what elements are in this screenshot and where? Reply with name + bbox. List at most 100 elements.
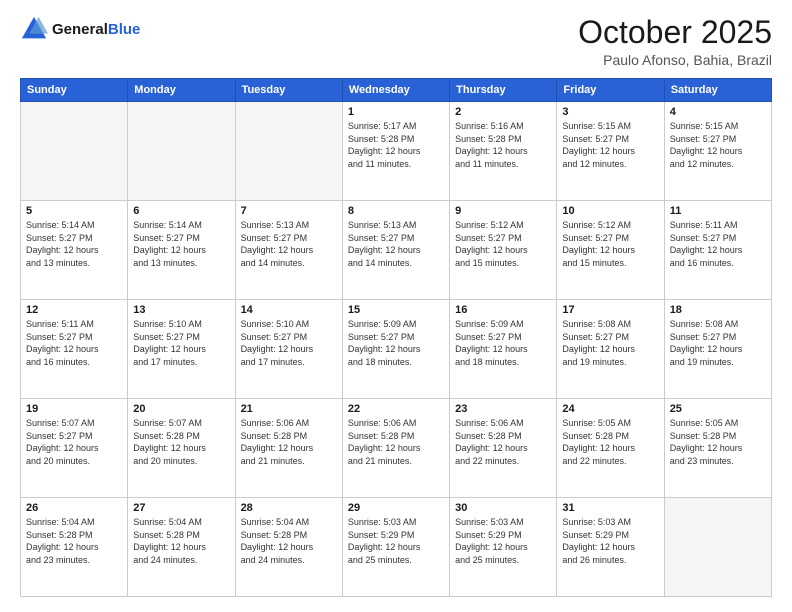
day-number: 22 [348,403,444,415]
day-number: 10 [562,205,658,217]
calendar-cell: 17 Sunrise: 5:08 AMSunset: 5:27 PMDayligh… [557,300,664,399]
calendar-cell: 23 Sunrise: 5:06 AMSunset: 5:28 PMDayligh… [450,399,557,498]
day-info: Sunrise: 5:05 AMSunset: 5:28 PMDaylight:… [670,417,766,467]
day-info: Sunrise: 5:17 AMSunset: 5:28 PMDaylight:… [348,120,444,170]
calendar-cell: 8 Sunrise: 5:13 AMSunset: 5:27 PMDaylight… [342,201,449,300]
calendar-cell: 13 Sunrise: 5:10 AMSunset: 5:27 PMDayligh… [128,300,235,399]
calendar-cell: 6 Sunrise: 5:14 AMSunset: 5:27 PMDaylight… [128,201,235,300]
calendar-cell: 4Sunrise: 5:15 AMSunset: 5:27 PMDaylight… [664,102,771,201]
calendar-week-2: 5 Sunrise: 5:14 AMSunset: 5:27 PMDaylight… [21,201,772,300]
calendar-cell: 5 Sunrise: 5:14 AMSunset: 5:27 PMDaylight… [21,201,128,300]
day-number: 11 [670,205,766,217]
title-block: October 2025 Paulo Afonso, Bahia, Brazil [578,15,772,68]
calendar-cell: 26Sunrise: 5:04 AMSunset: 5:28 PMDayligh… [21,498,128,597]
day-number: 21 [241,403,337,415]
header-monday: Monday [128,79,235,102]
header-tuesday: Tuesday [235,79,342,102]
day-info: Sunrise: 5:12 AMSunset: 5:27 PMDaylight:… [562,219,658,269]
day-number: 1 [348,106,444,118]
logo-text: GeneralBlue [52,21,140,38]
calendar-cell: 3 Sunrise: 5:15 AMSunset: 5:27 PMDaylight… [557,102,664,201]
logo: GeneralBlue [20,15,140,43]
calendar-cell: 22 Sunrise: 5:06 AMSunset: 5:28 PMDayligh… [342,399,449,498]
calendar-week-3: 12 Sunrise: 5:11 AMSunset: 5:27 PMDayligh… [21,300,772,399]
header-sunday: Sunday [21,79,128,102]
day-info: Sunrise: 5:05 AMSunset: 5:28 PMDaylight:… [562,417,658,467]
calendar-cell: 28 Sunrise: 5:04 AMSunset: 5:28 PMDayligh… [235,498,342,597]
day-number: 15 [348,304,444,316]
calendar-title: October 2025 [578,15,772,50]
day-number: 8 [348,205,444,217]
day-number: 24 [562,403,658,415]
day-number: 9 [455,205,551,217]
header-wednesday: Wednesday [342,79,449,102]
day-number: 7 [241,205,337,217]
day-number: 19 [26,403,122,415]
day-info: Sunrise: 5:06 AMSunset: 5:28 PMDaylight:… [455,417,551,467]
day-info: Sunrise: 5:14 AMSunset: 5:27 PMDaylight:… [133,219,229,269]
day-info: Sunrise: 5:06 AMSunset: 5:28 PMDaylight:… [241,417,337,467]
calendar-week-1: 1 Sunrise: 5:17 AMSunset: 5:28 PMDaylight… [21,102,772,201]
header-friday: Friday [557,79,664,102]
day-number: 14 [241,304,337,316]
day-number: 27 [133,502,229,514]
day-info: Sunrise: 5:09 AMSunset: 5:27 PMDaylight:… [348,318,444,368]
day-info: Sunrise: 5:09 AMSunset: 5:27 PMDaylight:… [455,318,551,368]
day-number: 25 [670,403,766,415]
logo-icon [20,15,48,43]
day-info: Sunrise: 5:03 AMSunset: 5:29 PMDaylight:… [562,516,658,566]
day-number: 18 [670,304,766,316]
day-number: 2 [455,106,551,118]
day-info: Sunrise: 5:10 AMSunset: 5:27 PMDaylight:… [241,318,337,368]
day-info: Sunrise: 5:14 AMSunset: 5:27 PMDaylight:… [26,219,122,269]
day-number: 29 [348,502,444,514]
calendar-table: Sunday Monday Tuesday Wednesday Thursday… [20,78,772,597]
day-info: Sunrise: 5:15 AMSunset: 5:27 PMDaylight:… [562,120,658,170]
day-info: Sunrise: 5:04 AMSunset: 5:28 PMDaylight:… [133,516,229,566]
day-info: Sunrise: 5:08 AMSunset: 5:27 PMDaylight:… [562,318,658,368]
day-info: Sunrise: 5:11 AMSunset: 5:27 PMDaylight:… [670,219,766,269]
header: GeneralBlue October 2025 Paulo Afonso, B… [20,15,772,68]
calendar-cell: 24 Sunrise: 5:05 AMSunset: 5:28 PMDayligh… [557,399,664,498]
calendar-cell: 14 Sunrise: 5:10 AMSunset: 5:27 PMDayligh… [235,300,342,399]
header-thursday: Thursday [450,79,557,102]
day-number: 31 [562,502,658,514]
day-number: 30 [455,502,551,514]
calendar-cell: 10 Sunrise: 5:12 AMSunset: 5:27 PMDayligh… [557,201,664,300]
day-info: Sunrise: 5:07 AMSunset: 5:27 PMDaylight:… [26,417,122,467]
day-number: 17 [562,304,658,316]
day-info: Sunrise: 5:11 AMSunset: 5:27 PMDaylight:… [26,318,122,368]
calendar-cell: 16 Sunrise: 5:09 AMSunset: 5:27 PMDayligh… [450,300,557,399]
calendar-cell: 12 Sunrise: 5:11 AMSunset: 5:27 PMDayligh… [21,300,128,399]
day-info: Sunrise: 5:03 AMSunset: 5:29 PMDaylight:… [455,516,551,566]
day-info: Sunrise: 5:13 AMSunset: 5:27 PMDaylight:… [348,219,444,269]
day-number: 16 [455,304,551,316]
day-info: Sunrise: 5:16 AMSunset: 5:28 PMDaylight:… [455,120,551,170]
day-info: Sunrise: 5:10 AMSunset: 5:27 PMDaylight:… [133,318,229,368]
day-number: 13 [133,304,229,316]
day-info: Sunrise: 5:13 AMSunset: 5:27 PMDaylight:… [241,219,337,269]
calendar-cell: 1 Sunrise: 5:17 AMSunset: 5:28 PMDaylight… [342,102,449,201]
calendar-cell: 27 Sunrise: 5:04 AMSunset: 5:28 PMDayligh… [128,498,235,597]
day-info: Sunrise: 5:15 AMSunset: 5:27 PMDaylight:… [670,120,766,170]
calendar-week-4: 19 Sunrise: 5:07 AMSunset: 5:27 PMDayligh… [21,399,772,498]
calendar-subtitle: Paulo Afonso, Bahia, Brazil [578,52,772,68]
day-number: 3 [562,106,658,118]
day-info: Sunrise: 5:06 AMSunset: 5:28 PMDaylight:… [348,417,444,467]
day-number: 5 [26,205,122,217]
calendar-week-5: 26Sunrise: 5:04 AMSunset: 5:28 PMDayligh… [21,498,772,597]
day-number: 20 [133,403,229,415]
calendar-cell [664,498,771,597]
calendar-cell [128,102,235,201]
calendar-cell: 7 Sunrise: 5:13 AMSunset: 5:27 PMDaylight… [235,201,342,300]
day-number: 28 [241,502,337,514]
day-info: Sunrise: 5:03 AMSunset: 5:29 PMDaylight:… [348,516,444,566]
day-info: Sunrise: 5:04 AMSunset: 5:28 PMDaylight:… [26,516,122,566]
day-info: Sunrise: 5:04 AMSunset: 5:28 PMDaylight:… [241,516,337,566]
day-number: 6 [133,205,229,217]
day-number: 23 [455,403,551,415]
calendar-cell: 29 Sunrise: 5:03 AMSunset: 5:29 PMDayligh… [342,498,449,597]
day-info: Sunrise: 5:08 AMSunset: 5:27 PMDaylight:… [670,318,766,368]
day-number: 12 [26,304,122,316]
calendar-cell: 9Sunrise: 5:12 AMSunset: 5:27 PMDaylight… [450,201,557,300]
